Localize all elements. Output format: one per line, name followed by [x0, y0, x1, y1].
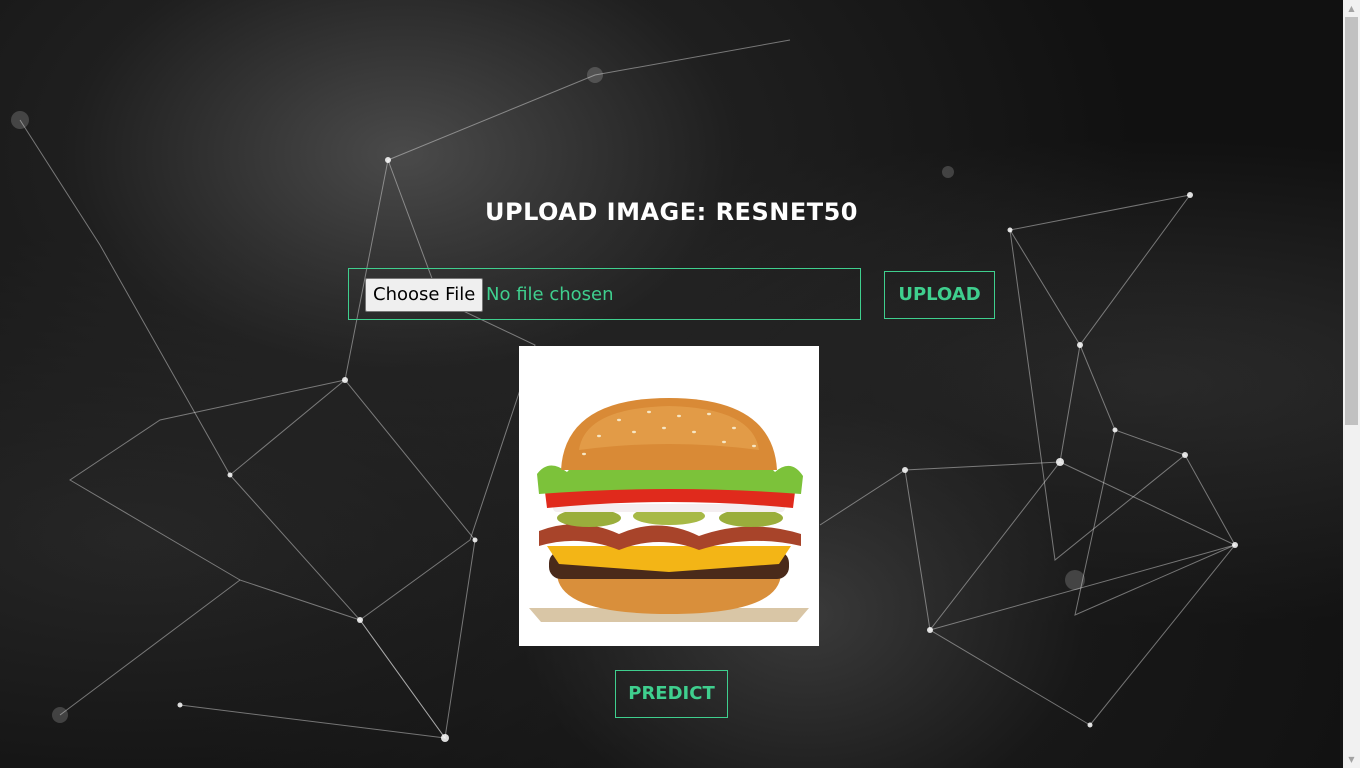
- file-status-text: No file chosen: [486, 284, 614, 305]
- scrollbar-thumb[interactable]: [1345, 17, 1358, 425]
- uploaded-image-preview: [519, 346, 819, 646]
- predict-button[interactable]: PREDICT: [615, 670, 728, 718]
- scroll-up-icon[interactable]: ▲: [1343, 0, 1360, 17]
- vertical-scrollbar[interactable]: ▲ ▼: [1343, 0, 1360, 768]
- scroll-down-icon[interactable]: ▼: [1343, 751, 1360, 768]
- page: UPLOAD IMAGE: RESNET50 Choose File No fi…: [0, 0, 1360, 768]
- file-input-container[interactable]: Choose File No file chosen: [348, 268, 861, 320]
- hamburger-image: [519, 346, 819, 646]
- choose-file-button[interactable]: Choose File: [365, 278, 484, 312]
- upload-button[interactable]: UPLOAD: [884, 271, 995, 319]
- page-title: UPLOAD IMAGE: RESNET50: [485, 198, 858, 226]
